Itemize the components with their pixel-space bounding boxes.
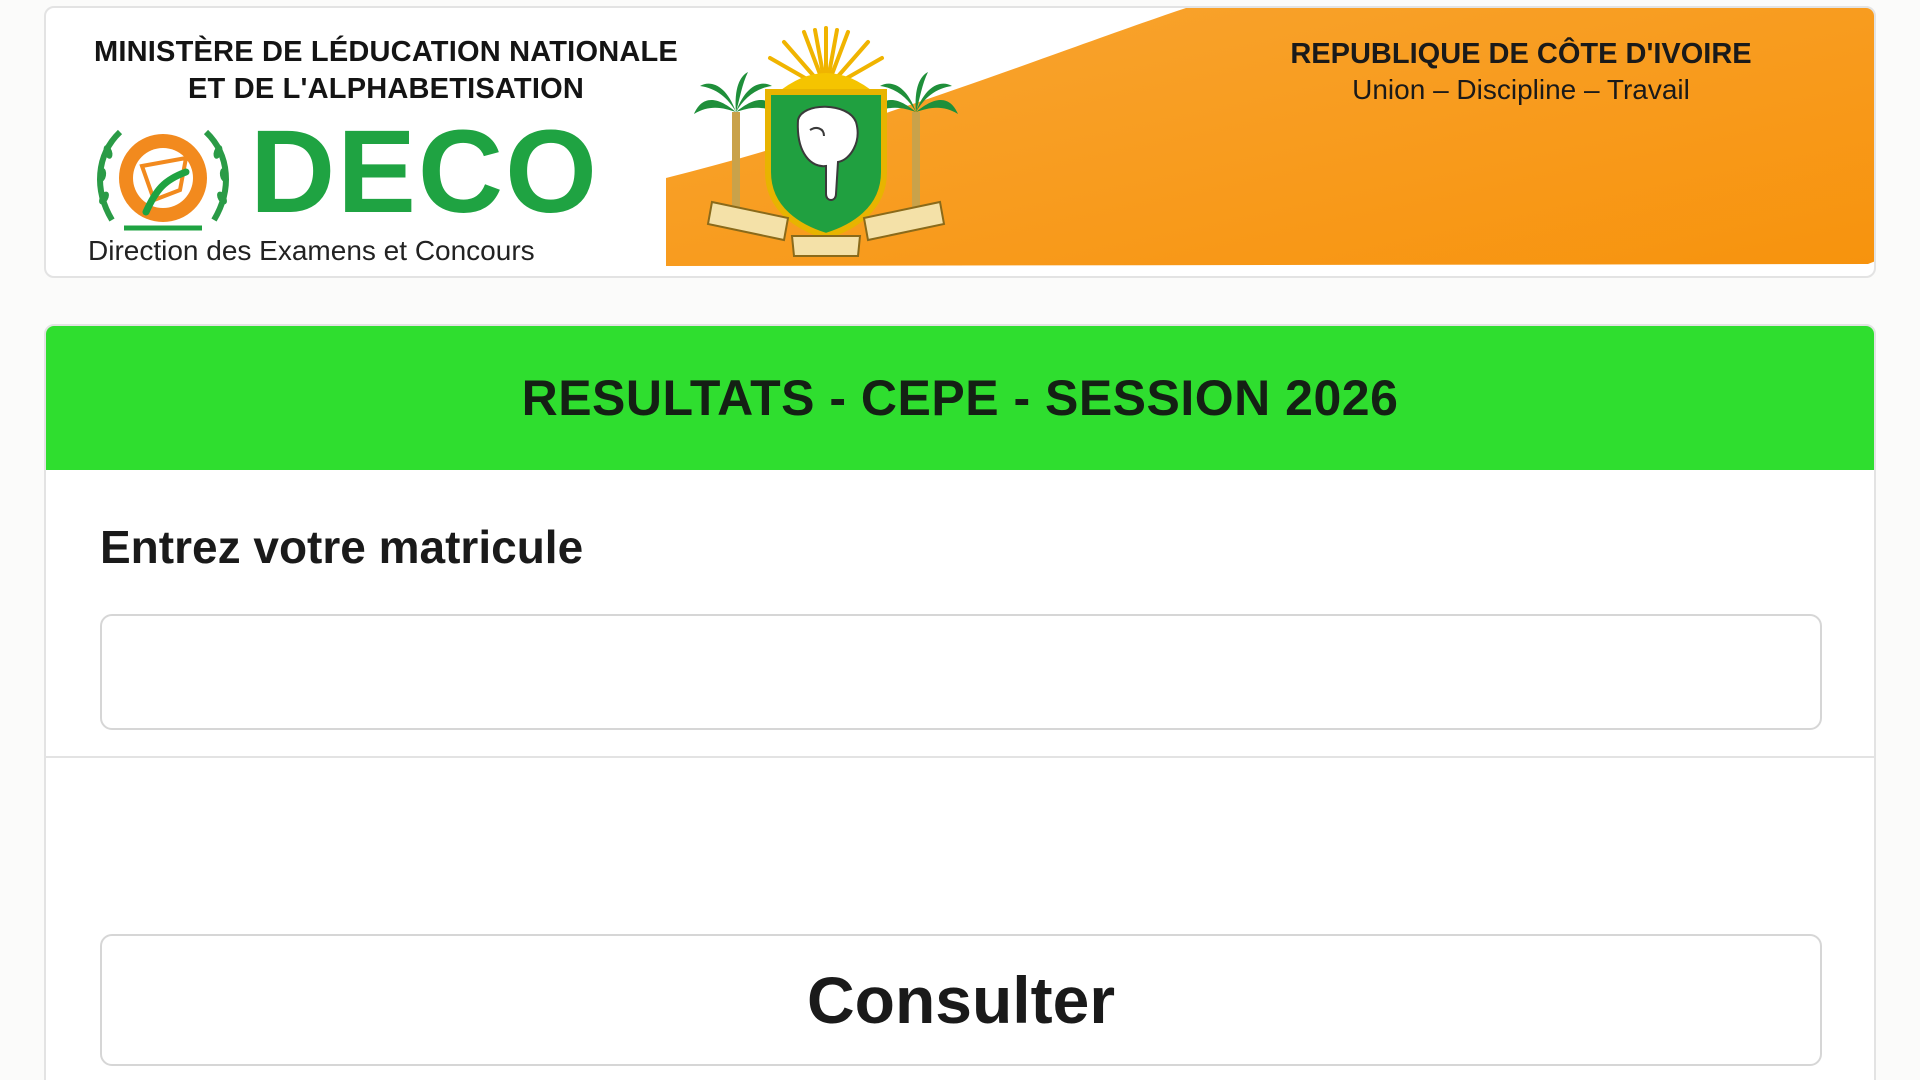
- card-divider: [46, 756, 1874, 758]
- results-header: RESULTATS - CEPE - SESSION 2026: [46, 326, 1874, 470]
- ministry-title: MINISTÈRE DE LÉDUCATION NATIONALE ET DE …: [66, 34, 706, 108]
- matricule-input[interactable]: [100, 614, 1822, 730]
- republic-block: REPUBLIQUE DE CÔTE D'IVOIRE Union – Disc…: [1256, 36, 1786, 108]
- deco-logo-icon: [97, 129, 229, 231]
- ministry-line-2: ET DE L'ALPHABETISATION: [187, 73, 584, 105]
- results-card: RESULTATS - CEPE - SESSION 2026 Entrez v…: [44, 324, 1876, 1080]
- matricule-label: Entrez votre matricule: [100, 521, 584, 573]
- coat-of-arms-icon: [694, 26, 958, 257]
- republic-motto: Union – Discipline – Travail: [1352, 74, 1690, 105]
- header-banner: MINISTÈRE DE LÉDUCATION NATIONALE ET DE …: [44, 6, 1876, 278]
- deco-logo-text: DECO: [250, 106, 599, 238]
- results-title: RESULTATS - CEPE - SESSION 2026: [521, 370, 1399, 426]
- republic-name: REPUBLIQUE DE CÔTE D'IVOIRE: [1290, 38, 1752, 70]
- consulter-button[interactable]: Consulter: [100, 934, 1822, 1066]
- results-form: Entrez votre matricule: [46, 470, 1874, 900]
- ministry-line-1: MINISTÈRE DE LÉDUCATION NATIONALE: [94, 36, 678, 68]
- deco-subtitle: Direction des Examens et Concours: [88, 235, 535, 266]
- page: MINISTÈRE DE LÉDUCATION NATIONALE ET DE …: [0, 0, 1920, 1080]
